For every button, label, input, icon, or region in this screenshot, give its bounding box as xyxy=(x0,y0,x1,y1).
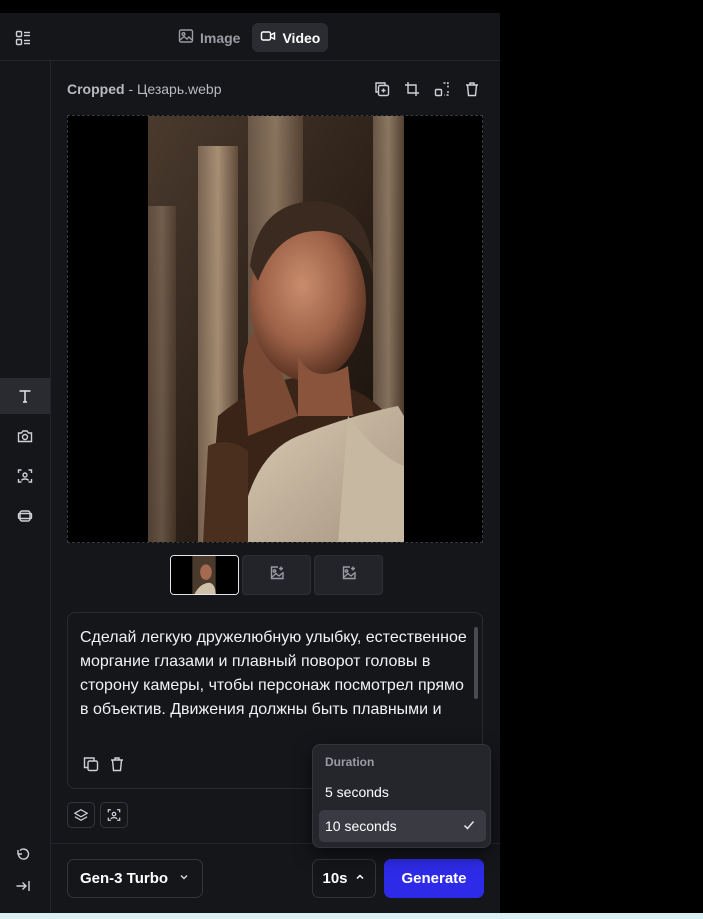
bottom-strip xyxy=(0,913,703,919)
file-name: Цезарь.webp xyxy=(137,81,222,97)
thumbnail-selected[interactable] xyxy=(170,555,239,595)
camera-icon[interactable] xyxy=(0,418,50,454)
duration-menu-title: Duration xyxy=(325,755,375,769)
collapse-right-icon[interactable] xyxy=(15,878,31,899)
portrait-photo xyxy=(148,116,404,542)
extra-options xyxy=(67,802,128,828)
video-camera-icon xyxy=(260,28,276,47)
editor-panel: Image Video Cropped - Цезарь.webp Сделай… xyxy=(0,13,500,913)
duration-menu: Duration 5 seconds 10 seconds xyxy=(312,744,491,848)
mode-video-tab[interactable]: Video xyxy=(252,23,329,52)
frames-icon[interactable] xyxy=(0,498,50,534)
mode-image-label: Image xyxy=(200,29,241,46)
generate-button[interactable]: Generate xyxy=(384,859,484,898)
top-bar: Image Video xyxy=(0,13,500,61)
chevron-up-icon xyxy=(354,870,366,887)
prompt-actions xyxy=(82,755,126,773)
image-preview[interactable] xyxy=(67,115,483,543)
face-scan-icon[interactable] xyxy=(0,458,50,494)
duration-option-5s[interactable]: 5 seconds xyxy=(319,776,486,808)
mode-image-tab[interactable]: Image xyxy=(170,23,248,52)
empty-canvas xyxy=(500,13,703,913)
file-separator: - xyxy=(124,81,138,97)
add-frame-button[interactable] xyxy=(314,555,383,595)
face-scan-icon[interactable] xyxy=(100,802,128,828)
undo-icon[interactable] xyxy=(15,846,31,867)
trash-icon[interactable] xyxy=(462,79,481,99)
thumbnail-image xyxy=(171,556,238,594)
image-icon xyxy=(178,28,194,47)
prompt-scrollbar[interactable] xyxy=(474,627,478,699)
image-plus-icon xyxy=(269,565,285,586)
layout-grid-icon[interactable] xyxy=(12,27,34,49)
tool-sidebar xyxy=(0,61,51,913)
image-plus-icon xyxy=(341,565,357,586)
image-tools xyxy=(372,79,481,99)
file-title: Cropped - Цезарь.webp xyxy=(67,81,222,97)
text-T-icon[interactable] xyxy=(0,378,50,414)
duration-option-label: 5 seconds xyxy=(325,784,389,800)
trash-icon[interactable] xyxy=(108,755,126,773)
file-prefix: Cropped xyxy=(67,81,125,97)
model-select[interactable]: Gen-3 Turbo xyxy=(67,859,203,898)
add-frame-button[interactable] xyxy=(242,555,311,595)
duration-option-10s[interactable]: 10 seconds xyxy=(319,810,486,842)
mode-video-label: Video xyxy=(282,29,321,46)
mode-switch: Image Video xyxy=(170,23,329,52)
check-icon xyxy=(462,818,476,835)
frame-thumbnails xyxy=(170,555,383,595)
expand-icon[interactable] xyxy=(432,79,451,99)
chevron-down-icon xyxy=(178,870,190,887)
duplicate-icon[interactable] xyxy=(372,79,391,99)
layers-icon[interactable] xyxy=(67,802,95,828)
duration-option-label: 10 seconds xyxy=(325,818,397,834)
crop-icon[interactable] xyxy=(402,79,421,99)
top-strip xyxy=(0,0,703,13)
duration-label: 10s xyxy=(322,870,348,887)
model-label: Gen-3 Turbo xyxy=(80,870,169,887)
duration-select[interactable]: 10s xyxy=(312,859,376,898)
prompt-textarea[interactable]: Сделай легкую дружелюбную улыбку, естест… xyxy=(80,626,470,746)
copy-icon[interactable] xyxy=(82,755,100,773)
